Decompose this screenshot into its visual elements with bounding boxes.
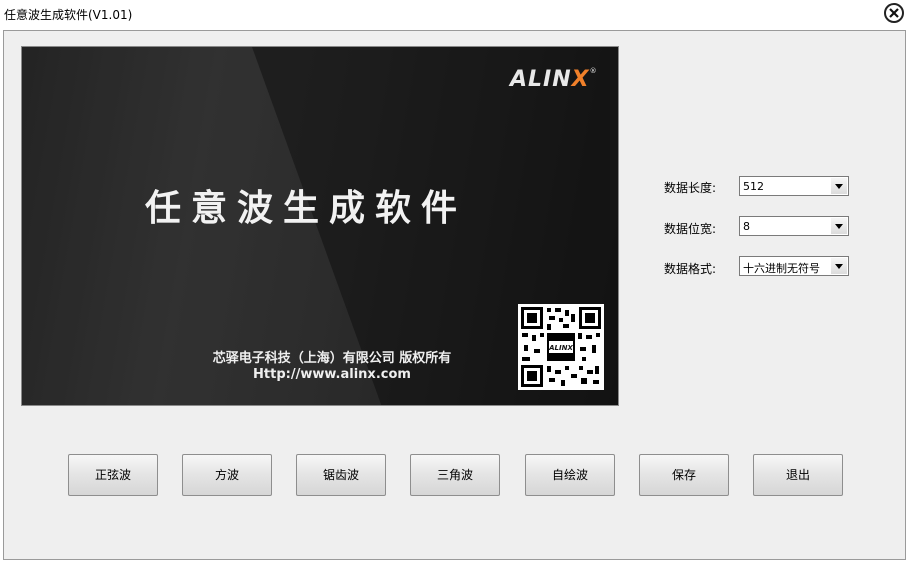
data-format-select[interactable]: 十六进制无符号 — [739, 256, 849, 276]
banner-image: ALINX® 任意波生成软件 芯驿电子科技（上海）有限公司 版权所有 Http:… — [21, 46, 619, 406]
data-format-label: 数据格式: — [664, 262, 717, 276]
data-width-label: 数据位宽: — [664, 222, 717, 236]
company-url: Http://www.alinx.com — [253, 367, 411, 382]
title-bar: 任意波生成软件(V1.01) — [0, 0, 910, 30]
sine-wave-button[interactable]: 正弦波 — [68, 454, 158, 496]
data-width-select[interactable]: 8 — [739, 216, 849, 236]
data-length-select[interactable]: 512 — [739, 176, 849, 196]
chevron-down-icon — [835, 224, 843, 229]
triangle-wave-button[interactable]: 三角波 — [410, 454, 500, 496]
window-title: 任意波生成软件(V1.01) — [4, 8, 133, 22]
data-length-label: 数据长度: — [664, 181, 717, 195]
close-button[interactable] — [884, 3, 904, 23]
save-button[interactable]: 保存 — [639, 454, 729, 496]
qr-code: ALINX — [518, 304, 604, 390]
dropdown-button[interactable] — [831, 258, 847, 274]
sawtooth-wave-button[interactable]: 锯齿波 — [296, 454, 386, 496]
close-icon — [889, 8, 899, 18]
dropdown-button[interactable] — [831, 178, 847, 194]
qr-center-label: ALINX — [548, 344, 573, 352]
square-wave-button[interactable]: 方波 — [182, 454, 272, 496]
data-length-value: 512 — [743, 180, 764, 193]
alinx-logo: ALINX® — [510, 67, 598, 92]
dropdown-button[interactable] — [831, 218, 847, 234]
exit-button[interactable]: 退出 — [753, 454, 843, 496]
company-copyright: 芯驿电子科技（上海）有限公司 版权所有 — [212, 351, 452, 366]
data-width-value: 8 — [743, 220, 750, 233]
custom-draw-wave-button[interactable]: 自绘波 — [525, 454, 615, 496]
banner-title: 任意波生成软件 — [144, 188, 467, 229]
data-format-value: 十六进制无符号 — [743, 262, 820, 275]
chevron-down-icon — [835, 264, 843, 269]
chevron-down-icon — [835, 184, 843, 189]
